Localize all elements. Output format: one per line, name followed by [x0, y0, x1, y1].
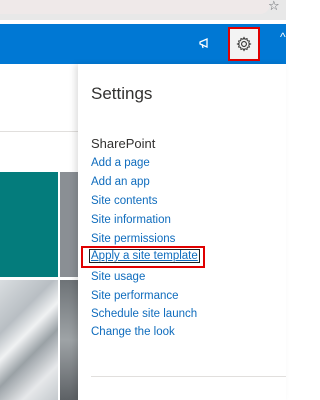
gear-icon	[236, 36, 252, 52]
hero-tile-photo	[0, 280, 58, 400]
hero-tile	[60, 280, 78, 400]
hero-tile-teal	[0, 172, 58, 277]
hero-tile	[60, 172, 78, 277]
bookmark-star-icon[interactable]: ☆	[268, 0, 280, 12]
settings-title: Settings	[91, 84, 153, 103]
link-schedule-site-launch[interactable]: Schedule site launch	[91, 308, 197, 320]
browser-toolbar: ☆	[0, 0, 286, 20]
link-site-contents[interactable]: Site contents	[91, 195, 157, 207]
settings-gear-button[interactable]	[228, 27, 260, 61]
settings-panel: Settings SharePoint Add a page Add an ap…	[78, 64, 286, 400]
divider	[91, 376, 286, 377]
link-apply-a-site-template[interactable]: Apply a site template	[89, 249, 200, 263]
link-add-a-page[interactable]: Add a page	[91, 157, 150, 169]
caret-up-icon: ^	[280, 30, 286, 44]
section-title-sharepoint: SharePoint	[91, 136, 156, 151]
link-change-the-look[interactable]: Change the look	[91, 326, 175, 338]
link-site-performance[interactable]: Site performance	[91, 290, 179, 302]
link-site-information[interactable]: Site information	[91, 214, 171, 226]
address-bar[interactable]	[0, 0, 270, 14]
link-site-permissions[interactable]: Site permissions	[91, 233, 175, 245]
highlight-apply-site-template: Apply a site template	[81, 246, 205, 268]
link-site-usage[interactable]: Site usage	[91, 271, 145, 283]
megaphone-icon[interactable]	[196, 34, 216, 54]
link-add-an-app[interactable]: Add an app	[91, 176, 150, 188]
divider	[0, 131, 78, 132]
